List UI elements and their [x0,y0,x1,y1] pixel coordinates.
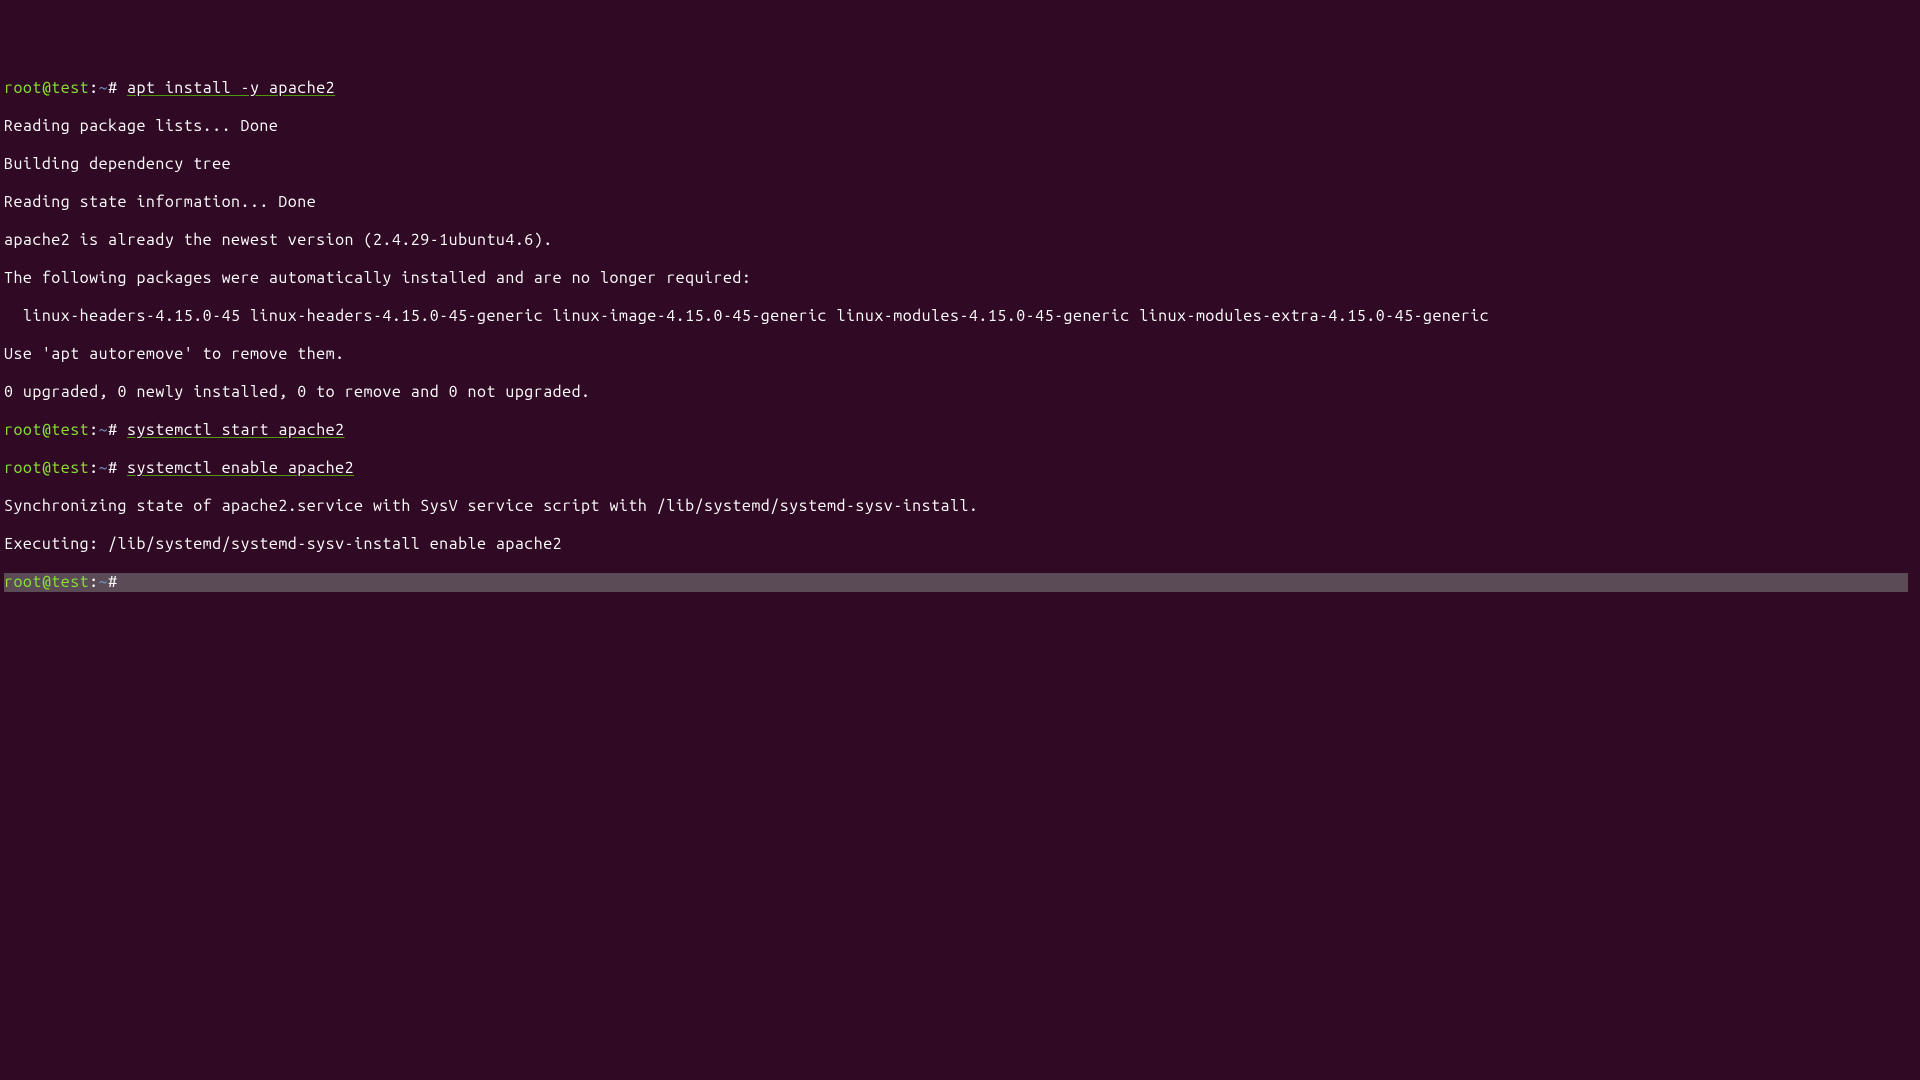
prompt-path: ~ [99,421,108,439]
prompt-path: ~ [99,459,108,477]
terminal-line[interactable]: root@test:~# systemctl enable apache2 [4,459,1916,478]
prompt-path: ~ [99,573,108,591]
prompt-colon: : [89,421,98,439]
command-text: apt install -y apache2 [127,79,335,97]
terminal-output: Synchronizing state of apache2.service w… [4,497,1916,516]
terminal-line[interactable]: root@test:~# systemctl start apache2 [4,421,1916,440]
prompt-path: ~ [99,79,108,97]
terminal-output: Use 'apt autoremove' to remove them. [4,345,1916,364]
prompt-colon: : [89,573,98,591]
prompt-user-host: root@test [4,79,89,97]
terminal-output: Building dependency tree [4,155,1916,174]
prompt-user-host: root@test [4,459,89,477]
prompt-user-host: root@test [4,573,89,591]
terminal-output: linux-headers-4.15.0-45 linux-headers-4.… [4,307,1916,326]
terminal-output: Reading package lists... Done [4,117,1916,136]
terminal-output: The following packages were automaticall… [4,269,1916,288]
prompt-hash: # [108,573,127,591]
terminal-line[interactable]: root@test:~# apt install -y apache2 [4,79,1916,98]
prompt-hash: # [108,79,127,97]
terminal-output: 0 upgraded, 0 newly installed, 0 to remo… [4,383,1916,402]
prompt-hash: # [108,421,127,439]
terminal-output: Reading state information... Done [4,193,1916,212]
prompt-user-host: root@test [4,421,89,439]
prompt-colon: : [89,79,98,97]
command-text: systemctl start apache2 [127,421,345,439]
prompt-hash: # [108,459,127,477]
prompt-colon: : [89,459,98,477]
terminal-output: Executing: /lib/systemd/systemd-sysv-ins… [4,535,1916,554]
terminal-output: apache2 is already the newest version (2… [4,231,1916,250]
command-text: systemctl enable apache2 [127,459,354,477]
terminal-current-line[interactable]: root@test:~# [4,573,1908,592]
